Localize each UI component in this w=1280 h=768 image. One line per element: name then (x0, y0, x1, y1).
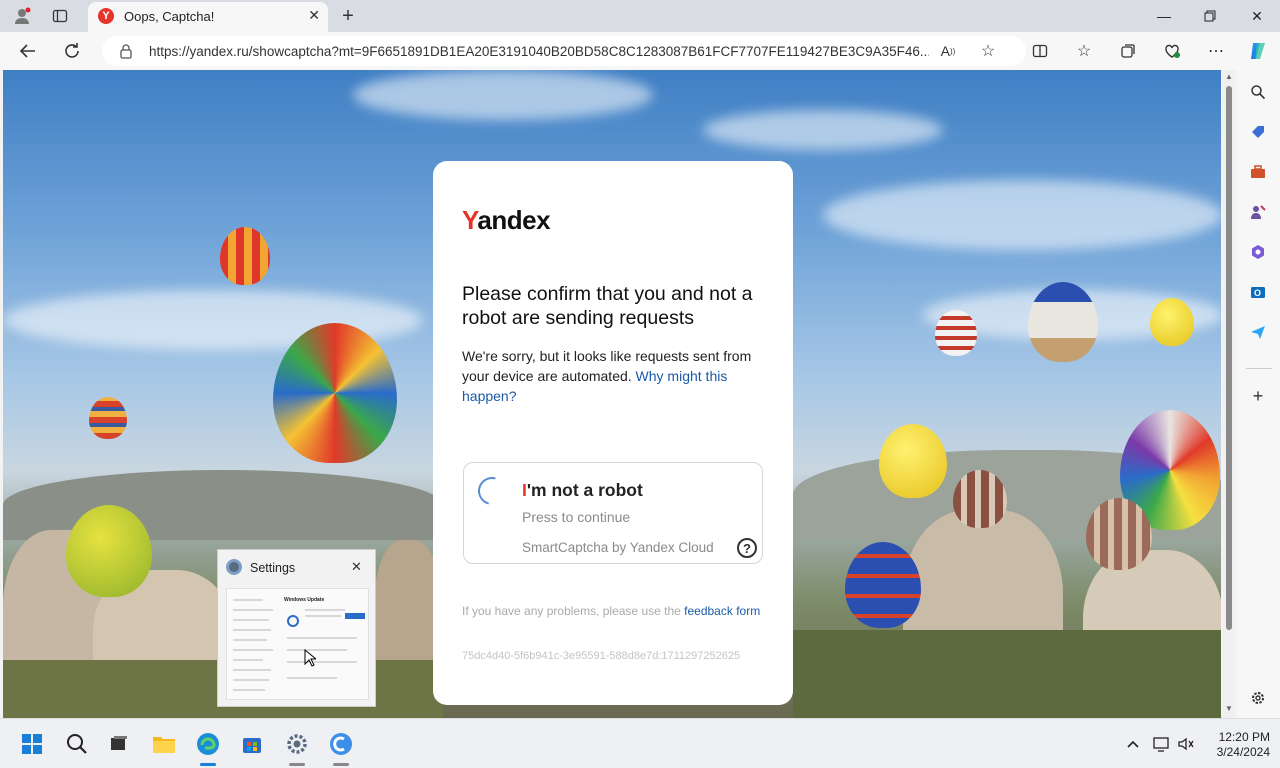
taskbar-search-icon[interactable] (65, 732, 89, 756)
page-scrollbar[interactable]: ▲ ▼ (1223, 70, 1235, 718)
restore-icon[interactable] (1187, 4, 1233, 28)
task-view-icon[interactable] (107, 732, 131, 756)
new-tab-icon[interactable]: + (338, 5, 358, 27)
not-robot-checkbox[interactable]: I'm not a robot Press to continue SmartC… (463, 462, 763, 564)
windows-taskbar: 12:20 PM 3/24/2024 (0, 718, 1280, 768)
press-continue-text: Press to continue (522, 509, 631, 525)
close-window-icon[interactable]: ✕ (1234, 4, 1280, 28)
smartcaptcha-brand: SmartCaptcha by Yandex Cloud (522, 540, 714, 555)
loading-spinner-icon (472, 471, 512, 511)
lock-icon[interactable] (118, 43, 134, 59)
refresh-icon[interactable] (60, 40, 84, 62)
tab-active[interactable]: Y Oops, Captcha! ✕ (88, 2, 328, 32)
title-bar: Y Oops, Captcha! ✕ + — ✕ (0, 0, 1280, 32)
mouse-cursor-icon (304, 649, 316, 667)
browser-essentials-icon[interactable] (1160, 40, 1184, 62)
windows-start-icon[interactable] (20, 732, 44, 756)
minimize-icon[interactable]: — (1141, 4, 1187, 28)
show-hidden-icons-chevron-icon[interactable] (1121, 732, 1145, 756)
captcha-card: Yandex Please confirm that you and not a… (433, 161, 793, 705)
browser-toolbar: https://yandex.ru/showcaptcha?mt=9F66518… (0, 32, 1280, 70)
add-sidebar-app-icon[interactable]: + (1248, 386, 1268, 406)
settings-preview-content: Windows Update (226, 588, 369, 700)
windows-update-heading: Windows Update (284, 597, 325, 603)
copilot-icon[interactable] (1246, 40, 1270, 62)
tab-actions-icon[interactable] (50, 6, 70, 26)
profile-icon[interactable] (12, 6, 32, 26)
tab-title: Oops, Captcha! (124, 9, 215, 24)
problems-text: If you have any problems, please use the… (462, 604, 761, 618)
outlook-icon[interactable]: O (1248, 282, 1268, 302)
not-robot-label: I'm not a robot (522, 480, 643, 500)
microsoft-365-icon[interactable] (1248, 242, 1268, 262)
shopping-tag-icon[interactable] (1248, 122, 1268, 142)
copilot-taskbar-icon[interactable] (329, 732, 353, 756)
collections-icon[interactable] (1116, 40, 1140, 62)
edge-taskbar-icon[interactable] (196, 732, 220, 756)
help-icon[interactable]: ? (737, 538, 757, 558)
read-aloud-icon[interactable]: A)) (936, 40, 960, 62)
settings-preview-title: Settings (250, 561, 296, 575)
feedback-link[interactable]: feedback form (684, 604, 760, 618)
search-icon[interactable] (1248, 82, 1268, 102)
captcha-title: Please confirm that you and not a robot … (462, 283, 753, 329)
yandex-logo: Yandex (462, 205, 551, 235)
scroll-thumb[interactable] (1226, 86, 1232, 630)
taskbar-clock[interactable]: 12:20 PM 3/24/2024 (1196, 730, 1270, 760)
settings-window-preview[interactable]: Settings ✕ Windows Update (217, 549, 376, 707)
network-icon[interactable] (1149, 732, 1173, 756)
request-hash: 75dc4d40-5f6b941c-3e95591-588d8e7d:17112… (462, 650, 741, 662)
tab-close-icon[interactable]: ✕ (308, 7, 320, 24)
split-screen-icon[interactable] (1028, 40, 1052, 62)
url-text[interactable]: https://yandex.ru/showcaptcha?mt=9F66518… (149, 44, 929, 59)
svg-text:O: O (1254, 288, 1261, 298)
volume-icon[interactable] (1174, 732, 1198, 756)
tools-icon[interactable] (1248, 162, 1268, 182)
scroll-up-icon[interactable]: ▲ (1225, 72, 1233, 81)
edge-sidebar: O + (1238, 70, 1280, 718)
clock-time: 12:20 PM (1218, 730, 1270, 744)
favorite-star-icon[interactable]: ☆ (976, 40, 1000, 62)
address-bar[interactable]: https://yandex.ru/showcaptcha?mt=9F66518… (102, 36, 1026, 66)
clock-date: 3/24/2024 (1216, 745, 1270, 759)
settings-taskbar-icon[interactable] (285, 732, 309, 756)
games-icon[interactable] (1248, 202, 1268, 222)
send-icon[interactable] (1248, 322, 1268, 342)
captcha-description: We're sorry, but it looks like requests … (462, 348, 752, 404)
yandex-favicon-icon: Y (98, 8, 114, 24)
file-explorer-icon[interactable] (152, 732, 176, 756)
sidebar-settings-gear-icon[interactable] (1248, 688, 1268, 708)
favorites-icon[interactable]: ☆ (1072, 40, 1096, 62)
scroll-down-icon[interactable]: ▼ (1225, 704, 1233, 713)
microsoft-store-icon[interactable] (240, 732, 264, 756)
back-icon[interactable] (16, 40, 40, 62)
more-menu-icon[interactable]: ⋯ (1204, 40, 1228, 62)
close-preview-icon[interactable]: ✕ (351, 559, 362, 575)
settings-gear-icon (226, 559, 242, 575)
